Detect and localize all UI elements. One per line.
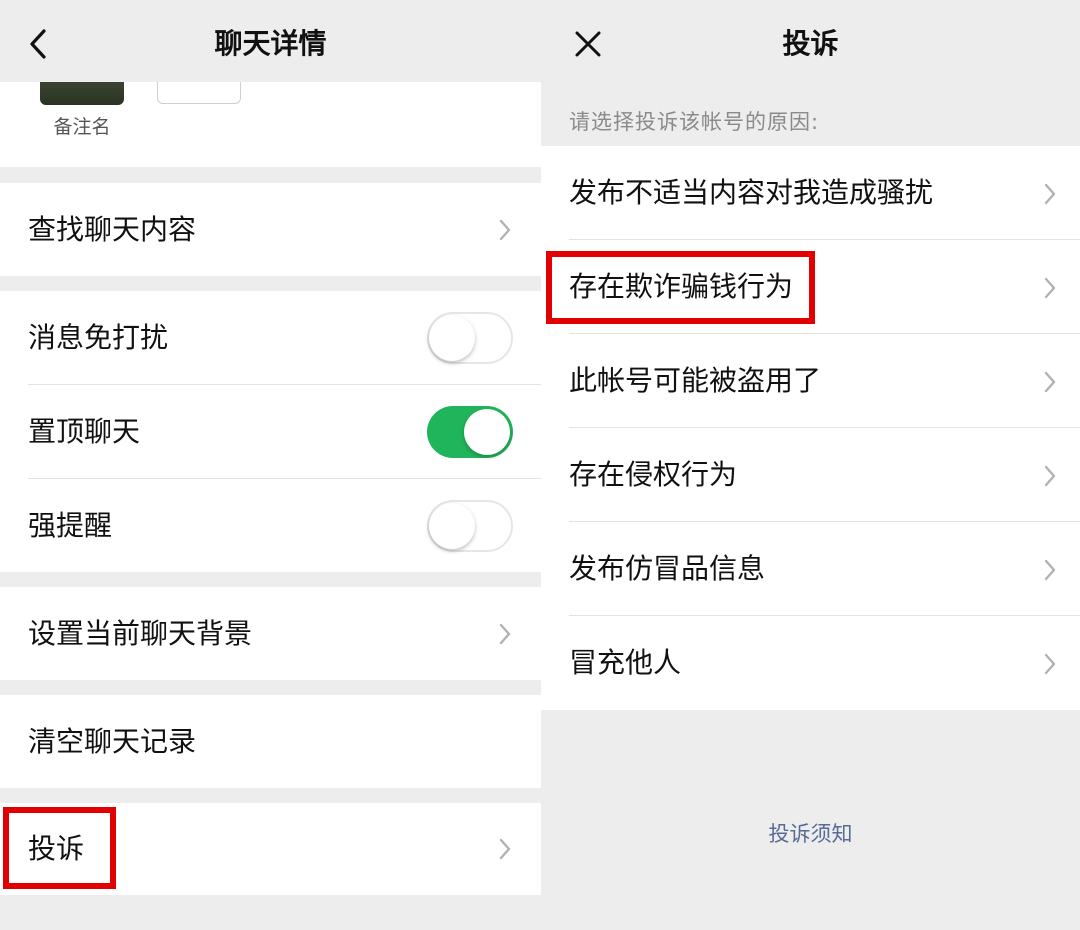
strong-alert-toggle[interactable]	[427, 500, 513, 552]
row-label: 消息免打扰	[28, 321, 169, 354]
mute-toggle[interactable]	[427, 312, 513, 364]
member-area: 备注名	[0, 82, 541, 167]
clear-history-row[interactable]: 清空聊天记录	[0, 695, 541, 788]
strong-alert-row: 强提醒	[0, 479, 541, 572]
reason-item[interactable]: 发布不适当内容对我造成骚扰	[541, 146, 1080, 240]
reason-label: 冒充他人	[569, 646, 682, 679]
reason-prompt: 请选择投诉该帐号的原因:	[569, 110, 820, 134]
reason-item[interactable]: 冒充他人	[541, 616, 1080, 710]
complaint-notice-link[interactable]: 投诉须知	[541, 818, 1080, 848]
highlight-box	[546, 251, 815, 324]
reason-label: 发布仿冒品信息	[569, 552, 766, 585]
avatar[interactable]	[40, 82, 124, 105]
chevron-right-icon	[499, 219, 511, 241]
reason-item[interactable]: 发布仿冒品信息	[541, 522, 1080, 616]
search-chat-row[interactable]: 查找聊天内容	[0, 183, 541, 276]
highlight-box	[3, 807, 116, 889]
row-label: 设置当前聊天背景	[28, 617, 253, 650]
toggle-knob	[429, 503, 475, 549]
search-group: 查找聊天内容	[0, 183, 541, 276]
pin-chat-toggle[interactable]	[427, 406, 513, 458]
toggle-knob	[429, 315, 475, 361]
chevron-right-icon	[1044, 653, 1056, 675]
row-label: 查找聊天内容	[28, 213, 197, 246]
page-title: 聊天详情	[214, 27, 327, 60]
navigation-bar: 聊天详情	[0, 0, 541, 82]
clear-group: 清空聊天记录	[0, 695, 541, 788]
complaint-panel: 投诉 请选择投诉该帐号的原因: 发布不适当内容对我造成骚扰 存在欺诈骗钱行为 此…	[541, 0, 1080, 930]
chevron-right-icon	[1044, 559, 1056, 581]
mute-row: 消息免打扰	[0, 291, 541, 385]
chevron-right-icon	[1044, 465, 1056, 487]
navigation-bar: 投诉	[541, 0, 1080, 82]
reason-item[interactable]: 此帐号可能被盗用了	[541, 334, 1080, 428]
row-label: 强提醒	[28, 509, 113, 542]
reason-label: 此帐号可能被盗用了	[569, 364, 822, 397]
chevron-right-icon	[499, 623, 511, 645]
row-label: 清空聊天记录	[28, 725, 197, 758]
reason-label: 存在侵权行为	[569, 458, 738, 491]
pin-chat-row: 置顶聊天	[0, 385, 541, 479]
page-title: 投诉	[782, 27, 839, 60]
toggle-knob	[464, 409, 510, 455]
reason-list: 发布不适当内容对我造成骚扰 存在欺诈骗钱行为 此帐号可能被盗用了 存在侵权行为 …	[541, 146, 1080, 710]
chevron-right-icon	[499, 838, 511, 860]
background-group: 设置当前聊天背景	[0, 587, 541, 680]
toggles-group: 消息免打扰 置顶聊天 强提醒	[0, 291, 541, 572]
avatar-name: 备注名	[53, 116, 111, 138]
chevron-right-icon	[1044, 277, 1056, 299]
chat-details-panel: 聊天详情 备注名 查找聊天内容 消息免打扰 置顶聊天 强提醒 设置当前聊天背景 …	[0, 0, 541, 930]
row-label: 置顶聊天	[28, 415, 141, 448]
reason-item[interactable]: 存在侵权行为	[541, 428, 1080, 522]
chat-background-row[interactable]: 设置当前聊天背景	[0, 587, 541, 680]
reason-label: 发布不适当内容对我造成骚扰	[569, 176, 934, 209]
add-member-button[interactable]	[157, 82, 241, 104]
chevron-right-icon	[1044, 183, 1056, 205]
chevron-right-icon	[1044, 371, 1056, 393]
